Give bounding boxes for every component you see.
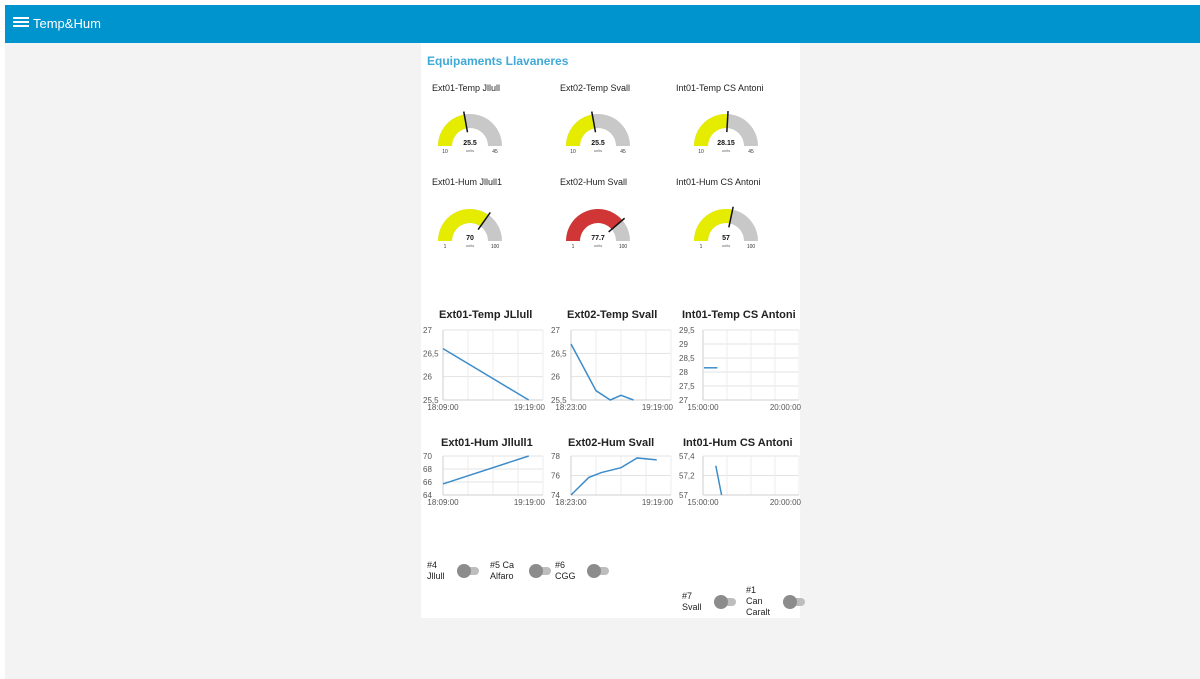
- y-tick-label: 29,5: [679, 326, 695, 335]
- switch-alfaro[interactable]: [529, 564, 551, 578]
- gauge-min: 1: [444, 244, 447, 250]
- y-tick-label: 26,5: [423, 349, 439, 358]
- gauge-max: 45: [620, 149, 626, 155]
- x-tick-label: 18:09:00: [427, 498, 459, 507]
- x-tick-label: 19:19:00: [642, 403, 673, 412]
- menu-icon[interactable]: [13, 15, 29, 31]
- y-tick-label: 57,2: [679, 472, 695, 481]
- x-tick-label: 15:00:00: [687, 498, 719, 507]
- gauge-min: 1: [700, 244, 703, 250]
- y-tick-label: 26,5: [551, 349, 567, 358]
- y-tick-label: 28,5: [679, 354, 695, 363]
- series-line: [442, 348, 530, 401]
- gauge-max: 100: [491, 244, 500, 250]
- switch-label-alfaro: #5 Ca Alfaro: [490, 560, 515, 581]
- line-chart: 2726,52625,518:23:00 19:19:00: [551, 326, 673, 412]
- y-tick-label: 27: [423, 326, 432, 335]
- switch-svall[interactable]: [714, 595, 736, 609]
- switch-label-can-caralt: #1 Can Caralt: [746, 585, 771, 617]
- y-tick-label: 76: [551, 472, 560, 481]
- gauge-value: 77.7: [591, 235, 605, 242]
- gauge-max: 45: [748, 149, 754, 155]
- x-tick-label: 15:00:00: [687, 403, 719, 412]
- y-tick-label: 27,5: [679, 382, 695, 391]
- switch-jllull[interactable]: [457, 564, 479, 578]
- switch-cgg[interactable]: [587, 564, 609, 578]
- gauge-label: Int01-Hum CS Antoni: [676, 177, 761, 187]
- switch-label-jllull: #4 Jllull: [427, 560, 445, 581]
- line-chart: 57,457,25715:00:00 20:00:00: [679, 452, 801, 507]
- series-line: [570, 457, 657, 496]
- y-tick-label: 26: [423, 373, 432, 382]
- x-tick-label: 19:19:00: [514, 498, 545, 507]
- gauge-value: 25.5: [463, 140, 477, 147]
- app-title: Temp&Hum: [33, 16, 101, 31]
- gauge-label: Ext01-Hum Jllull1: [432, 177, 503, 187]
- gauge-max: 45: [492, 149, 498, 155]
- x-tick-label: 19:19:00: [514, 403, 545, 412]
- chart-title: Int01-Hum CS Antoni: [683, 437, 793, 449]
- y-tick-label: 57,4: [679, 452, 695, 461]
- gauge-label: Ext02-Hum Svall: [560, 177, 628, 187]
- y-tick-label: 28: [679, 368, 688, 377]
- gauge-max: 100: [747, 244, 756, 250]
- temperature-gauge: 25.5units 10 45: [438, 111, 502, 155]
- gauge-units: units: [466, 243, 474, 248]
- gauge-value: 28.15: [717, 140, 735, 147]
- temperature-gauge: 25.5units 10 45: [566, 111, 630, 155]
- gauge-units: units: [722, 243, 730, 248]
- toolbar: Temp&Hum: [5, 5, 1200, 43]
- gauge-label: Ext01-Temp Jllull: [432, 83, 501, 93]
- y-tick-label: 78: [551, 452, 560, 461]
- x-tick-label: 19:19:00: [642, 498, 673, 507]
- gauge-label: Ext02-Temp Svall: [560, 83, 631, 93]
- line-chart: 7068666418:09:00 19:19:00: [423, 452, 545, 507]
- chart-title: Ext01-Hum Jllull1: [441, 437, 533, 449]
- gauge-units: units: [722, 148, 730, 153]
- gauge-min: 10: [570, 149, 576, 155]
- switch-can-caralt[interactable]: [783, 595, 805, 609]
- series-line: [715, 465, 723, 496]
- gauge-label: Int01-Temp CS Antoni: [676, 83, 764, 93]
- chart-title: Int01-Temp CS Antoni: [682, 309, 796, 321]
- line-chart: 2726,52625,518:09:00 19:19:00: [423, 326, 545, 412]
- y-tick-label: 26: [551, 373, 560, 382]
- y-tick-label: 27: [551, 326, 560, 335]
- gauge-value: 70: [466, 235, 474, 242]
- gauge-min: 1: [572, 244, 575, 250]
- gauge-units: units: [594, 243, 602, 248]
- y-tick-label: 68: [423, 465, 432, 474]
- switch-label-cgg: #6 CGG: [555, 560, 576, 581]
- gauge-min: 10: [698, 149, 704, 155]
- gauge-units: units: [594, 148, 602, 153]
- chart-title: Ext01-Temp JLlull: [439, 309, 533, 321]
- humidity-gauge: 57units 1 100: [694, 206, 758, 250]
- y-tick-label: 66: [423, 478, 432, 487]
- x-tick-label: 18:23:00: [555, 403, 587, 412]
- chart-title: Ext02-Temp Svall: [567, 309, 658, 321]
- humidity-gauge: 77.7units 1 100: [566, 209, 630, 250]
- x-tick-label: 20:00:00: [770, 403, 801, 412]
- line-chart: 78767418:23:00 19:19:00: [551, 452, 673, 507]
- x-tick-label: 18:09:00: [427, 403, 459, 412]
- series-line: [442, 455, 529, 485]
- humidity-gauge: 70units 1 100: [438, 209, 502, 250]
- y-tick-label: 70: [423, 452, 432, 461]
- gauge-value: 25.5: [591, 140, 605, 147]
- group-title: Equipaments Llavaneres: [427, 54, 569, 68]
- x-tick-label: 18:23:00: [555, 498, 587, 507]
- dashboard-group-card: Equipaments Llavaneres Ext01-Temp Jllull…: [421, 43, 805, 618]
- temperature-gauge: 28.15units 10 45: [694, 111, 758, 155]
- gauge-max: 100: [619, 244, 628, 250]
- switch-label-svall: #7 Svall: [682, 591, 702, 612]
- x-tick-label: 20:00:00: [770, 498, 801, 507]
- line-chart: 29,52928,52827,52715:00:00 20:00:00: [679, 326, 801, 412]
- chart-title: Ext02-Hum Svall: [568, 437, 655, 449]
- gauge-units: units: [466, 148, 474, 153]
- series-line: [570, 343, 634, 401]
- gauge-value: 57: [722, 235, 730, 242]
- y-tick-label: 29: [679, 340, 688, 349]
- gauge-min: 10: [442, 149, 448, 155]
